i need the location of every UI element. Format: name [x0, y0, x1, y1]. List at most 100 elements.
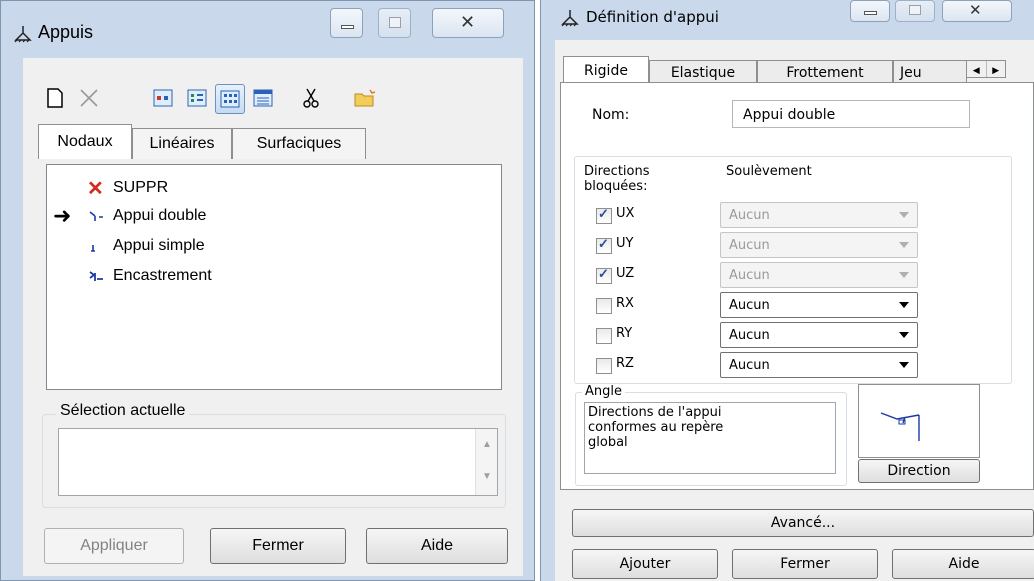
support-orientation-icon — [880, 412, 920, 441]
apply-button[interactable]: Appliquer — [44, 528, 184, 564]
advanced-button[interactable]: Avancé... — [572, 509, 1034, 537]
direction-checkbox-rx[interactable] — [596, 298, 612, 314]
uplift-select-uy[interactable]: Aucun — [720, 232, 918, 258]
view-icon-2 — [187, 89, 207, 107]
angle-text: Directions de l'appui conformes au repèr… — [584, 402, 836, 474]
minimize-button[interactable] — [330, 8, 363, 38]
close-dialog-button[interactable]: Fermer — [732, 549, 878, 579]
folder-icon — [354, 89, 376, 107]
chevron-down-icon — [899, 212, 909, 218]
close-dialog-button[interactable]: Fermer — [210, 528, 346, 564]
view-icon-4 — [253, 89, 273, 107]
definition-title: Définition d'appui — [586, 8, 719, 26]
uplift-label: Soulèvement — [726, 164, 812, 179]
support-list: ✕ SUPPR ➜ Appui double Appui simple Enca… — [46, 164, 502, 390]
close-button[interactable]: ✕ — [942, 0, 1012, 22]
apply-button-label: Appliquer — [80, 537, 148, 554]
maximize-button[interactable] — [378, 8, 411, 38]
view-button-1[interactable] — [149, 84, 177, 112]
uplift-select-value: Aucun — [729, 267, 770, 283]
direction-checkbox-uy[interactable] — [596, 236, 612, 254]
tab-surfaciques-label: Surfaciques — [256, 135, 342, 152]
tab-rigide[interactable]: Rigide — [563, 56, 649, 85]
view-icon-1 — [153, 89, 173, 107]
uplift-select-uz[interactable]: Aucun — [720, 262, 918, 288]
list-item-label: Encastrement — [113, 267, 212, 284]
add-button[interactable]: Ajouter — [572, 549, 718, 579]
view-button-4[interactable] — [249, 84, 277, 112]
tab-elastique-label: Elastique — [670, 65, 736, 81]
name-label: Nom: — [592, 107, 630, 123]
chevron-down-icon — [899, 302, 909, 308]
view-icon-3 — [220, 90, 240, 108]
list-item-appui-simple[interactable]: Appui simple — [87, 233, 205, 259]
uplift-select-rx[interactable]: Aucun — [720, 292, 918, 318]
direction-label-rx: RX — [616, 296, 634, 311]
view-button-3[interactable] — [215, 84, 245, 114]
direction-label-ux: UX — [616, 206, 635, 221]
direction-checkbox-uz[interactable] — [596, 266, 612, 284]
help-button[interactable]: Aide — [366, 528, 508, 564]
new-icon — [47, 88, 63, 108]
tab-lineaires[interactable]: Linéaires — [132, 128, 232, 159]
selection-scrollbar[interactable]: ▲ ▼ — [475, 429, 497, 495]
uplift-select-ux[interactable]: Aucun — [720, 202, 918, 228]
maximize-icon — [389, 17, 401, 28]
direction-button-label: Direction — [887, 463, 951, 479]
minimize-button[interactable] — [850, 0, 890, 22]
tab-scroll-left-icon[interactable]: ◀ — [967, 61, 986, 77]
direction-button[interactable]: Direction — [858, 459, 980, 483]
uplift-select-value: Aucun — [729, 297, 770, 313]
list-item-label: Appui simple — [113, 237, 205, 254]
maximize-button[interactable] — [895, 0, 935, 22]
close-icon: ✕ — [460, 12, 476, 32]
view-button-2[interactable] — [183, 84, 211, 112]
uplift-select-rz[interactable]: Aucun — [720, 352, 918, 378]
cut-button[interactable] — [297, 84, 325, 112]
scroll-up-icon[interactable]: ▲ — [482, 439, 492, 450]
chevron-down-icon — [899, 362, 909, 368]
close-button-label: Fermer — [252, 537, 304, 554]
direction-checkbox-ux[interactable] — [596, 206, 612, 224]
uplift-select-value: Aucun — [729, 207, 770, 223]
tab-surfaciques[interactable]: Surfaciques — [232, 128, 366, 159]
fixed-support-icon — [89, 271, 103, 281]
tab-jeu-label: Jeu — [900, 65, 922, 81]
list-item-appui-double[interactable]: ➜ Appui double — [53, 203, 206, 229]
uplift-select-value: Aucun — [729, 237, 770, 253]
name-input[interactable]: Appui double — [732, 100, 970, 128]
simple-support-icon — [91, 245, 95, 252]
appuis-toolbar — [37, 80, 517, 116]
tab-nodaux[interactable]: Nodaux — [38, 124, 132, 159]
new-button[interactable] — [41, 84, 69, 112]
uplift-select-value: Aucun — [729, 357, 770, 373]
current-selection-field[interactable]: ▲ ▼ — [58, 428, 498, 496]
chevron-down-icon — [899, 332, 909, 338]
close-button-label: Fermer — [780, 556, 830, 572]
delete-button[interactable] — [75, 84, 103, 112]
tab-nodaux-label: Nodaux — [57, 133, 113, 150]
uplift-select-ry[interactable]: Aucun — [720, 322, 918, 348]
tab-frottement-label: Frottement — [786, 65, 864, 81]
direction-preview — [858, 384, 980, 458]
close-button[interactable]: ✕ — [432, 8, 504, 38]
scroll-down-icon[interactable]: ▼ — [482, 471, 492, 482]
direction-label-ry: RY — [616, 326, 633, 341]
appuis-title-bar: Appuis — [8, 14, 308, 50]
chevron-down-icon — [899, 272, 909, 278]
list-item-encastrement[interactable]: Encastrement — [87, 263, 212, 289]
minimize-icon — [864, 11, 877, 15]
direction-checkbox-rz[interactable] — [596, 358, 612, 374]
tab-scroll-right-icon[interactable]: ▶ — [985, 61, 1006, 77]
direction-checkbox-ry[interactable] — [596, 328, 612, 344]
minimize-icon — [341, 25, 354, 29]
help-button[interactable]: Aide — [892, 549, 1034, 579]
open-folder-button[interactable] — [351, 84, 379, 112]
appuis-title: Appuis — [38, 22, 94, 42]
tab-rigide-label: Rigide — [584, 63, 628, 79]
tab-lineaires-label: Linéaires — [149, 135, 215, 152]
tab-scroller[interactable]: ◀ ▶ — [966, 60, 1006, 78]
suppr-x-icon: ✕ — [87, 177, 104, 200]
list-item-suppr[interactable]: ✕ SUPPR — [87, 175, 168, 201]
list-item-label: Appui double — [113, 207, 207, 224]
